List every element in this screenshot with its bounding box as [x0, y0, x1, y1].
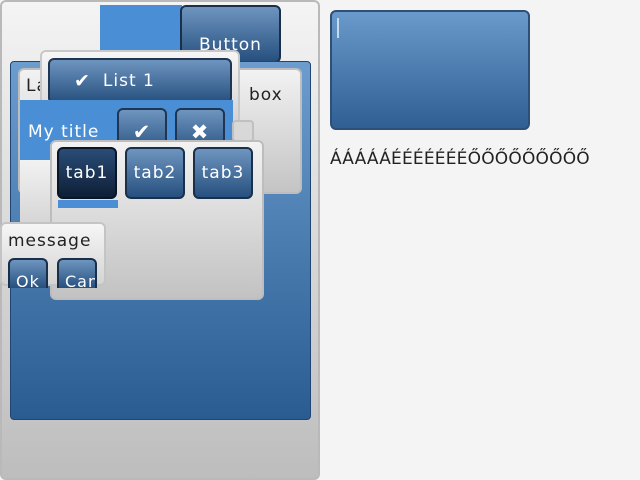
tab-2[interactable]: tab2 [125, 147, 185, 199]
dialog-title: My title [28, 122, 100, 142]
tab-1[interactable]: tab1 [57, 147, 117, 199]
dialog-edge [232, 120, 254, 142]
accented-text-label: ÁÁÁÁÁÉÉÉÉÉÉÉŐŐŐŐŐŐŐŐŐ [330, 149, 590, 169]
list-item-label: List 1 [102, 71, 155, 91]
list-item-1[interactable]: ✔ List 1 [48, 58, 232, 104]
message-text: message [8, 231, 92, 251]
check-icon: ✔ [74, 69, 91, 92]
text-area[interactable] [330, 10, 530, 130]
cancel-button[interactable]: Cancel [57, 258, 97, 288]
text-caret [337, 18, 339, 38]
card-box-text: box [249, 85, 283, 105]
selected-tab-indicator [58, 200, 118, 208]
tab-3[interactable]: tab3 [193, 147, 253, 199]
ok-button[interactable]: Ok [8, 258, 48, 288]
